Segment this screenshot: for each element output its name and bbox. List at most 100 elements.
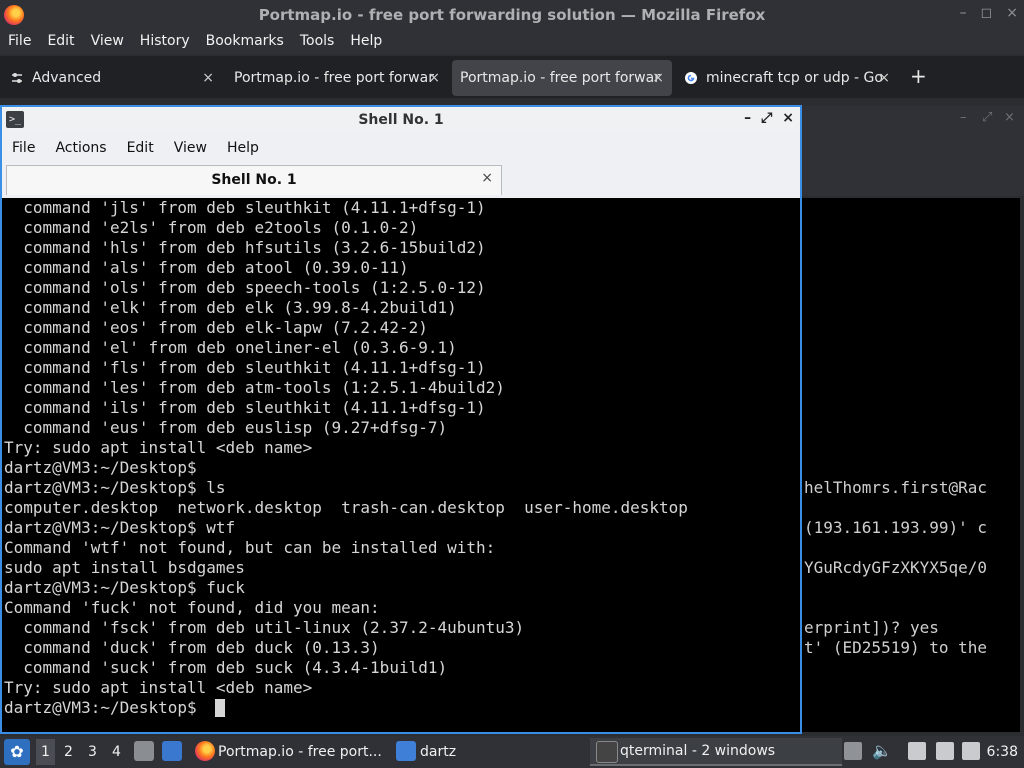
maximize-icon[interactable]: ⤢ [982,110,992,125]
menu-edit[interactable]: Edit [117,134,164,162]
terminal-line: command 'les' from deb atm-tools (1:2.5.… [4,378,505,397]
background-terminal[interactable]: helThomrs.first@Rac (193.161.193.99)' c … [802,198,1020,732]
notes-icon[interactable] [908,742,926,760]
task-folder[interactable]: dartz [420,744,456,760]
network-icon[interactable] [936,742,954,760]
terminal-line: Try: sudo apt install <deb name> [4,678,313,697]
settings-icon [12,73,22,83]
menu-file[interactable]: File [2,134,45,162]
terminal-line: command 'elk' from deb elk (3.99.8-4.2bu… [4,298,457,317]
tab-shell-no-1[interactable]: Shell No. 1 × [6,165,502,195]
firefox-icon [195,741,215,761]
workspace-4[interactable]: 4 [112,744,121,760]
terminal-line: sudo apt install bsdgames [4,558,245,577]
firefox-menubar: File Edit View History Bookmarks Tools H… [0,30,1024,54]
firefox-tab-strip: Advanced × Portmap.io - free port forwar… [0,56,1024,98]
terminal-line: Command 'fuck' not found, did you mean: [4,598,380,617]
terminal-line: Try: sudo apt install <deb name> [4,438,313,457]
terminal-line: command 'als' from deb atool (0.39.0-11) [4,258,409,277]
tab-close-icon[interactable]: × [652,60,664,96]
tab-label: Advanced [32,70,102,86]
close-icon[interactable]: × [1006,5,1018,21]
terminal-line: erprint])? yes [804,618,939,637]
tab-close-icon[interactable]: × [428,60,440,96]
workspace-3[interactable]: 3 [88,744,97,760]
menu-actions[interactable]: Actions [45,134,116,162]
firefox-window-title: Portmap.io - free port forwarding soluti… [258,6,766,24]
terminal-line: Command 'wtf' not found, but can be inst… [4,538,496,557]
terminal-output[interactable]: command 'jls' from deb sleuthkit (4.11.1… [2,198,800,732]
workspace-2[interactable]: 2 [64,744,73,760]
terminal-line: command 'suck' from deb suck (4.3.4-1bui… [4,658,448,677]
terminal-line: dartz@VM3:~/Desktop$ ls [4,478,226,497]
task-qterminal[interactable]: qterminal - 2 windows [590,738,842,766]
terminal-line: command 'ols' from deb speech-tools (1:2… [4,278,486,297]
background-window-titlebar: – ⤢ × [800,106,1024,132]
terminal-line: t' (ED25519) to the [804,638,988,657]
menu-file[interactable]: File [0,30,39,54]
shell-titlebar: >_ Shell No. 1 – ⤢ × [2,107,800,134]
menu-view[interactable]: View [164,134,217,162]
firefox-window-controls: – ◻ × [960,5,1018,21]
clipboard-icon[interactable] [844,742,862,760]
tab-label: Portmap.io - free port forwar [234,70,434,86]
menu-bookmarks[interactable]: Bookmarks [198,30,292,54]
terminal-line: command 'eus' from deb euslisp (9.27+dfs… [4,418,448,437]
shell-window: >_ Shell No. 1 – ⤢ × File Actions Edit V… [0,105,802,734]
background-window-menuarea [800,132,1024,196]
terminal-line: command 'e2ls' from deb e2tools (0.1.0-2… [4,218,419,237]
tab-close-icon[interactable]: × [481,170,493,186]
terminal-icon [596,741,618,763]
terminal-line: command 'eos' from deb elk-lapw (7.2.42-… [4,318,428,337]
volume-icon[interactable]: 🔈 [872,741,892,760]
minimize-icon[interactable]: – [960,5,967,21]
tab-minecraft-search[interactable]: minecraft tcp or udp - Go × [676,60,898,96]
terminal-line: dartz@VM3:~/Desktop$ wtf [4,518,236,537]
maximize-icon[interactable]: ◻ [981,5,993,21]
minimize-icon[interactable]: – [960,110,967,125]
shell-window-controls: – ⤢ × [744,110,794,126]
show-desktop-icon[interactable] [162,741,182,761]
task-label: qterminal - 2 windows [620,743,776,759]
file-manager-icon[interactable] [134,741,154,761]
menu-view[interactable]: View [83,30,132,54]
terminal-line: computer.desktop network.desktop trash-c… [4,498,688,517]
tab-portmap-2-active[interactable]: Portmap.io - free port forwar × [452,60,672,96]
terminal-line: command 'fsck' from deb util-linux (2.37… [4,618,525,637]
terminal-line: dartz@VM3:~/Desktop$ [4,698,207,717]
clock[interactable]: 6:38 [987,744,1018,760]
new-tab-button[interactable]: + [910,64,927,88]
task-firefox[interactable]: Portmap.io - free port... [218,744,382,760]
workspace-1[interactable]: 1 [36,739,55,765]
start-menu-button[interactable]: ✿ [4,739,30,765]
terminal-line: command 'hls' from deb hfsutils (3.2.6-1… [4,238,486,257]
tab-close-icon[interactable]: × [202,60,214,96]
close-icon[interactable]: × [1004,110,1015,125]
terminal-line: dartz@VM3:~/Desktop$ [4,458,197,477]
menu-help[interactable]: Help [217,134,269,162]
menu-help[interactable]: Help [342,30,390,54]
tab-label: Shell No. 1 [211,172,297,188]
menu-edit[interactable]: Edit [39,30,82,54]
tab-label: Portmap.io - free port forwar [460,70,660,86]
shell-tabbar: Shell No. 1 × [2,162,800,199]
menu-history[interactable]: History [132,30,198,54]
terminal-line: dartz@VM3:~/Desktop$ fuck [4,578,245,597]
menu-tools[interactable]: Tools [292,30,343,54]
tab-advanced[interactable]: Advanced × [2,60,222,96]
shell-window-title: Shell No. 1 [358,112,444,128]
tab-portmap-1[interactable]: Portmap.io - free port forwar × [226,60,448,96]
tab-close-icon[interactable]: × [878,60,890,96]
terminal-line: command 'ils' from deb sleuthkit (4.11.1… [4,398,486,417]
close-icon[interactable]: × [782,110,794,126]
maximize-icon[interactable]: ⤢ [761,110,772,126]
minimize-icon[interactable]: – [744,110,751,126]
terminal-line: helThomrs.first@Rac [804,478,988,497]
tab-label: minecraft tcp or udp - Go [706,70,883,86]
terminal-line: YGuRcdyGFzXKYX5qe/0 [804,558,988,577]
screen-icon[interactable] [962,742,980,760]
terminal-line: (193.161.193.99)' c [804,518,988,537]
google-icon [685,72,697,84]
terminal-line: command 'jls' from deb sleuthkit (4.11.1… [4,198,486,217]
shell-menubar: File Actions Edit View Help [2,134,800,162]
